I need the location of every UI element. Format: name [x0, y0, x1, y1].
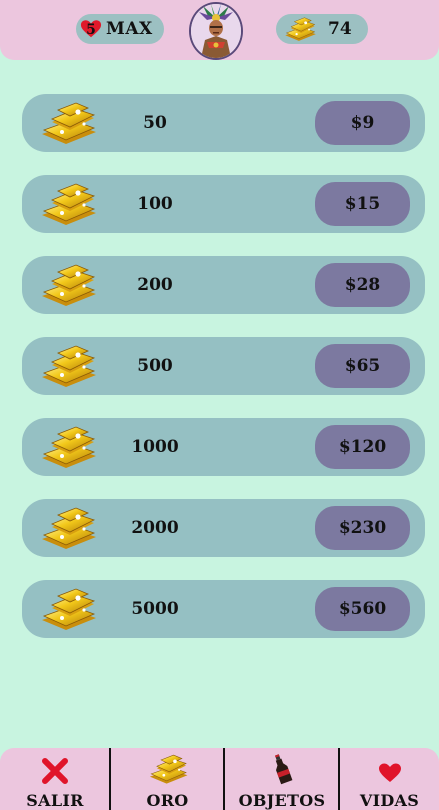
gold-pack-amount: 5000	[131, 599, 179, 619]
nav-divider	[223, 748, 225, 810]
nav-salir-label: SALIR	[26, 791, 84, 810]
nav-objetos-label: OBJETOS	[238, 791, 326, 810]
gold-pack-amount: 500	[137, 356, 173, 376]
lives-count: 5	[86, 21, 96, 38]
gold-count: 74	[328, 19, 352, 39]
gold-bars-icon	[285, 17, 317, 42]
player-avatar[interactable]	[189, 2, 243, 60]
nav-divider	[338, 748, 340, 810]
lives-counter: 5 MAX	[76, 14, 164, 44]
gold-pack-row[interactable]: 1000 $120	[22, 418, 425, 476]
buy-price-button[interactable]: $65	[315, 344, 410, 388]
gold-bars-icon	[41, 588, 97, 631]
buy-price-button[interactable]: $28	[315, 263, 410, 307]
buy-price-button[interactable]: $230	[315, 506, 410, 550]
nav-salir[interactable]: SALIR	[0, 748, 110, 810]
gold-pack-amount: 100	[137, 194, 173, 214]
gold-pack-row[interactable]: 200 $28	[22, 256, 425, 314]
nav-oro[interactable]: ORO	[111, 748, 224, 810]
gold-pack-amount: 50	[143, 113, 167, 133]
bottom-nav: SALIR ORO OBJETOS VIDAS	[0, 748, 439, 810]
nav-vidas[interactable]: VIDAS	[340, 748, 439, 810]
gold-bars-icon	[41, 183, 97, 226]
buy-price-button[interactable]: $9	[315, 101, 410, 145]
gold-pack-row[interactable]: 500 $65	[22, 337, 425, 395]
nav-vidas-label: VIDAS	[359, 791, 420, 810]
heart-icon: 5	[80, 18, 102, 40]
gold-bars-icon	[41, 426, 97, 469]
gold-bars-icon	[41, 102, 97, 145]
gold-pack-row[interactable]: 2000 $230	[22, 499, 425, 557]
nav-objetos[interactable]: OBJETOS	[225, 748, 339, 810]
gold-pack-amount: 1000	[131, 437, 179, 457]
nav-divider	[109, 748, 111, 810]
nav-oro-label: ORO	[146, 791, 189, 810]
lives-max-label: MAX	[106, 19, 153, 39]
gold-bars-icon	[41, 507, 97, 550]
gold-pack-amount: 2000	[131, 518, 179, 538]
buy-price-button[interactable]: $560	[315, 587, 410, 631]
gold-pack-row[interactable]: 5000 $560	[22, 580, 425, 638]
gold-counter: 74	[276, 14, 368, 44]
heart-icon	[378, 763, 401, 782]
close-icon	[42, 758, 68, 784]
buy-price-button[interactable]: $15	[315, 182, 410, 226]
gold-bars-icon	[41, 264, 97, 307]
bottle-icon	[274, 754, 293, 785]
gold-pack-amount: 200	[137, 275, 173, 295]
buy-price-button[interactable]: $120	[315, 425, 410, 469]
gold-bars-icon	[41, 345, 97, 388]
top-bar: 5 MAX 74	[0, 0, 439, 60]
gold-pack-row[interactable]: 100 $15	[22, 175, 425, 233]
gold-pack-row[interactable]: 50 $9	[22, 94, 425, 152]
gold-bars-icon	[149, 754, 188, 784]
